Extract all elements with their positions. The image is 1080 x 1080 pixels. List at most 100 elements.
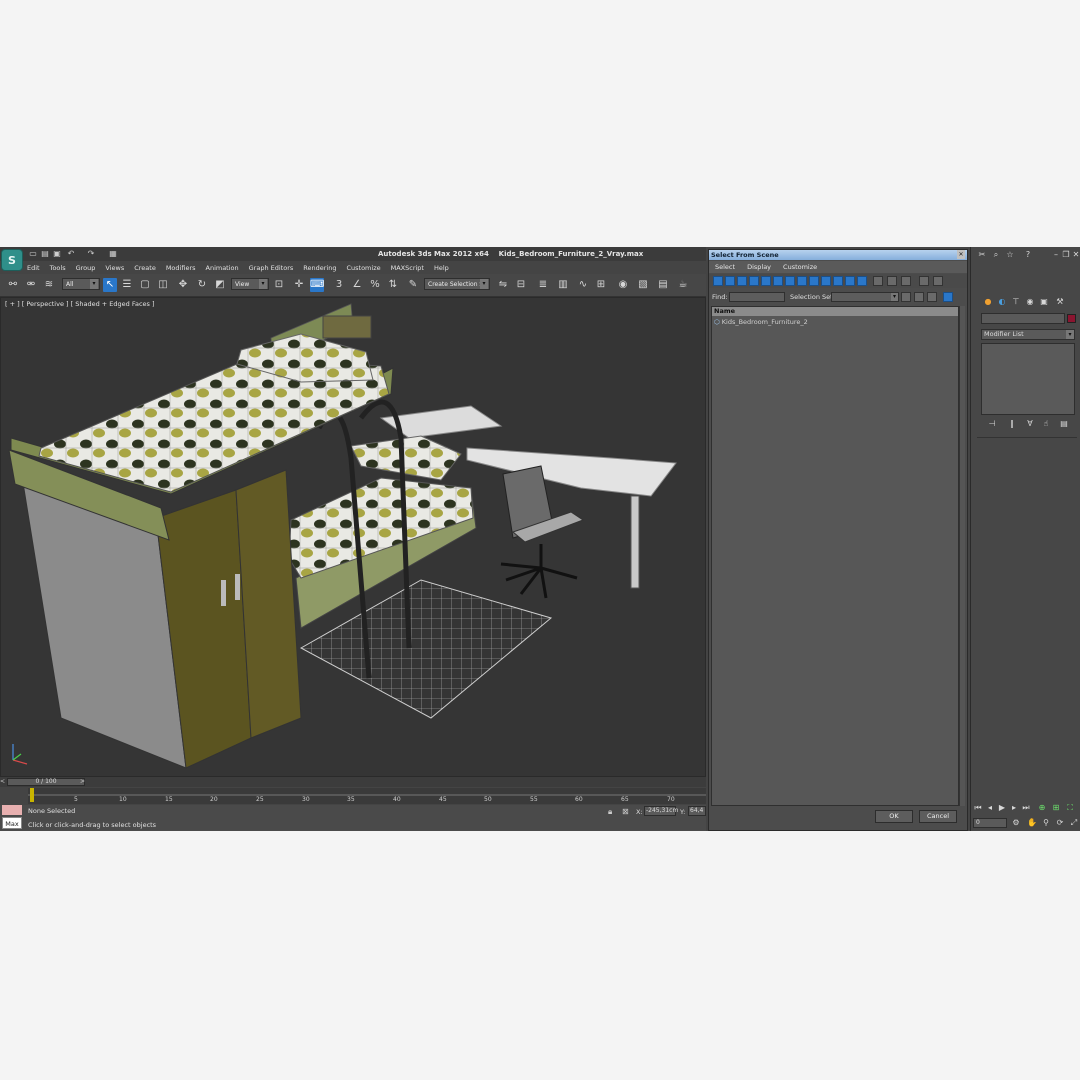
modifier-list-dropdown[interactable]: Modifier List ▾ — [981, 329, 1075, 340]
y-coord-field[interactable]: 64,4 — [688, 806, 706, 816]
object-color-swatch[interactable] — [1067, 314, 1076, 323]
graphite-modeling-icon[interactable]: ▥ — [556, 278, 570, 292]
menu-help[interactable]: Help — [429, 262, 454, 274]
select-object-icon[interactable]: ↖ — [103, 278, 117, 292]
modify-tab-icon[interactable]: ◐ — [997, 297, 1007, 307]
absolute-mode-icon[interactable]: ⊠ — [622, 807, 629, 816]
tools-icon[interactable]: ✂ — [977, 250, 987, 260]
display-groups-icon[interactable] — [785, 276, 795, 286]
display-invert-icon[interactable] — [887, 276, 897, 286]
walkthrough-icon[interactable]: ⚲ — [1041, 818, 1051, 828]
display-xrefs-icon[interactable] — [797, 276, 807, 286]
spinner-snap-icon[interactable]: ⇅ — [386, 278, 400, 292]
ok-button[interactable]: OK — [875, 810, 913, 823]
redo-icon[interactable]: ↷ — [86, 249, 96, 259]
maxscript-listener-swatch[interactable] — [2, 805, 22, 815]
percent-snap-icon[interactable]: % — [368, 278, 382, 292]
display-cameras-icon[interactable] — [749, 276, 759, 286]
goto-start-icon[interactable]: ⏮ — [973, 803, 983, 813]
open-file-icon[interactable]: ▤ — [40, 249, 50, 259]
curve-editor-icon[interactable]: ∿ — [576, 278, 590, 292]
project-folder-icon[interactable]: ▦ — [108, 249, 118, 259]
modifier-stack[interactable] — [981, 343, 1075, 415]
layer-manager-icon[interactable]: ≣ — [536, 278, 550, 292]
prev-frame-icon[interactable]: ◂ — [985, 803, 995, 813]
app-logo-icon[interactable]: S — [1, 249, 23, 271]
close-icon[interactable]: ✕ — [957, 250, 965, 259]
dialog-menu-display[interactable]: Display — [741, 261, 777, 273]
display-frozen-icon[interactable] — [833, 276, 843, 286]
display-geometry-icon[interactable] — [713, 276, 723, 286]
hierarchy-tab-icon[interactable]: ⊤ — [1011, 297, 1021, 307]
list-scrollbar[interactable] — [959, 306, 965, 806]
maximize-viewport-icon[interactable]: ⤢ — [1069, 818, 1079, 828]
rect-selection-icon[interactable]: ▢ — [138, 278, 152, 292]
snaps-toggle-icon[interactable]: 3 — [332, 278, 346, 292]
menu-animation[interactable]: Animation — [201, 262, 244, 274]
zoom-icon[interactable]: ⊕ — [1037, 803, 1047, 813]
x-coord-field[interactable]: -245,31cm — [644, 806, 678, 816]
help-icon[interactable]: ? — [1023, 250, 1033, 260]
selection-filter-dropdown[interactable]: All ▾ — [62, 278, 100, 290]
zoom-extents-icon[interactable]: ⛶ — [1065, 803, 1075, 813]
display-tab-icon[interactable]: ▣ — [1039, 297, 1049, 307]
display-helpers-icon[interactable] — [761, 276, 771, 286]
align-icon[interactable]: ⊟ — [514, 278, 528, 292]
menu-group[interactable]: Group — [71, 262, 101, 274]
display-containers-icon[interactable] — [821, 276, 831, 286]
reference-coordinate-dropdown[interactable]: View ▾ — [231, 278, 269, 290]
next-frame-icon[interactable]: ▸ — [1009, 803, 1019, 813]
dialog-menu-select[interactable]: Select — [709, 261, 741, 273]
perspective-viewport[interactable]: [ + ] [ Perspective ] [ Shaded + Edged F… — [0, 297, 706, 777]
track-bar[interactable]: 5 10 15 20 25 30 35 40 45 50 55 60 65 70 — [28, 788, 706, 804]
find-input[interactable] — [729, 292, 785, 302]
menu-edit[interactable]: Edit — [22, 262, 45, 274]
material-editor-icon[interactable]: ◉ — [616, 278, 630, 292]
dialog-menu-customize[interactable]: Customize — [777, 261, 823, 273]
pin-stack-icon[interactable]: ⊣ — [987, 419, 997, 429]
motion-tab-icon[interactable]: ◉ — [1025, 297, 1035, 307]
display-bones-icon[interactable] — [809, 276, 819, 286]
display-lights-icon[interactable] — [737, 276, 747, 286]
menu-modifiers[interactable]: Modifiers — [161, 262, 201, 274]
orbit-icon[interactable]: ⟳ — [1055, 818, 1065, 828]
hierarchy-icon[interactable] — [933, 276, 943, 286]
select-set-icon[interactable] — [901, 292, 911, 302]
pivot-center-icon[interactable]: ⊡ — [272, 278, 286, 292]
menu-maxscript[interactable]: MAXScript — [386, 262, 429, 274]
mirror-icon[interactable]: ⇋ — [496, 278, 510, 292]
save-file-icon[interactable]: ▣ — [52, 249, 62, 259]
named-selection-set-dropdown[interactable]: Create Selection Se ▾ — [424, 278, 490, 290]
play-icon[interactable]: ▶ — [997, 803, 1007, 813]
list-item[interactable]: ⬡ Kids_Bedroom_Furniture_2 — [714, 318, 808, 326]
time-config-icon[interactable]: ⚙ — [1011, 818, 1021, 828]
link-icon[interactable]: ⚯ — [6, 278, 20, 292]
new-file-icon[interactable]: ▭ — [28, 249, 38, 259]
display-hidden-icon[interactable] — [845, 276, 855, 286]
restore-icon[interactable]: ❐ — [1061, 250, 1071, 260]
highlight-set-icon[interactable] — [914, 292, 924, 302]
filter-icon[interactable] — [919, 276, 929, 286]
bind-space-warp-icon[interactable]: ≋ — [42, 278, 56, 292]
schematic-view-icon[interactable]: ⊞ — [594, 278, 608, 292]
cancel-button[interactable]: Cancel — [919, 810, 957, 823]
chevron-left-icon[interactable]: < — [0, 778, 7, 786]
display-shapes-icon[interactable] — [725, 276, 735, 286]
edit-named-selection-icon[interactable]: ✎ — [406, 278, 420, 292]
display-all-icon[interactable] — [857, 276, 867, 286]
selection-set-dropdown[interactable]: ▾ — [831, 292, 899, 302]
window-crossing-icon[interactable]: ◫ — [156, 278, 170, 292]
show-end-result-icon[interactable]: ‖ — [1007, 419, 1017, 429]
select-by-name-icon[interactable]: ☰ — [120, 278, 134, 292]
object-name-field[interactable] — [981, 313, 1065, 324]
rendered-frame-window-icon[interactable]: ▤ — [656, 278, 670, 292]
scene-object-list[interactable]: Name ⬡ Kids_Bedroom_Furniture_2 — [711, 306, 959, 806]
rotate-icon[interactable]: ↻ — [195, 278, 209, 292]
select-manipulate-icon[interactable]: ✛ — [292, 278, 306, 292]
menu-customize[interactable]: Customize — [341, 262, 385, 274]
menu-graph-editors[interactable]: Graph Editors — [244, 262, 299, 274]
undo-icon[interactable]: ↶ — [66, 249, 76, 259]
menu-create[interactable]: Create — [129, 262, 161, 274]
keyboard-shortcut-toggle-icon[interactable]: ⌨ — [310, 278, 324, 292]
sync-selection-icon[interactable] — [901, 276, 911, 286]
